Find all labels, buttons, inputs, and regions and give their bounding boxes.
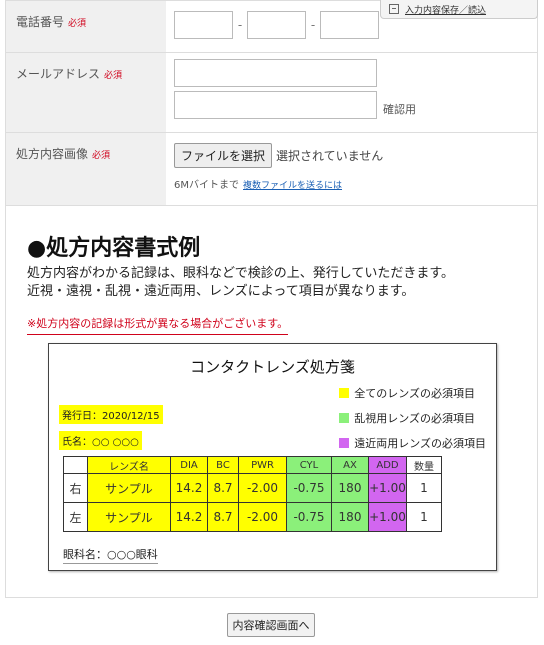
legend: 全てのレンズの必須項目 乱視用レンズの必須項目 遠近両用レンズの必須項目 (339, 380, 486, 455)
header-cell: PWR (238, 456, 287, 474)
eye-cell: 左 (63, 502, 88, 532)
phone-separator: - (237, 18, 243, 32)
required-badge: 必須 (68, 19, 87, 29)
section-description: 処方内容がわかる記録は、眼科などで検診の上、発行していただきます。 近視・遠視・… (27, 266, 455, 299)
save-load-label: 入力内容保存／読込 (405, 5, 487, 16)
cell: 8.7 (207, 502, 239, 532)
phone-separator: - (310, 18, 316, 32)
header-cell (63, 456, 88, 474)
cell: -2.00 (238, 473, 287, 503)
eye-cell: 右 (63, 473, 88, 503)
legend-item: 乱視用レンズの必須項目 (339, 405, 486, 430)
header-cell: CYL (286, 456, 332, 474)
cell: -2.00 (238, 502, 287, 532)
image-label: 処方内容画像 必須 (6, 133, 166, 205)
save-icon (389, 4, 399, 14)
cell: 180 (331, 473, 369, 503)
prescription-example-section: ●処方内容書式例 処方内容がわかる記録は、眼科などで検診の上、発行していただきま… (5, 205, 538, 598)
patient-name: 氏名：○○ ○○○ (59, 431, 142, 450)
save-load-tab[interactable]: 入力内容保存／読込 (380, 0, 538, 19)
legend-swatch-purple (339, 437, 350, 448)
cell: 180 (331, 502, 369, 532)
format-note: ※処方内容の記録は形式が異なる場合がございます。 (27, 315, 289, 335)
table-row: 右 サンプル 14.2 8.7 -2.00 -0.75 180 +1.00 1 (63, 473, 442, 503)
issue-date: 発行日：2020/12/15 (59, 405, 163, 424)
header-cell: 数量 (406, 456, 442, 474)
cell: -0.75 (286, 473, 332, 503)
prescription-title: コンタクトレンズ処方箋 (190, 358, 355, 376)
legend-swatch-green (339, 412, 350, 423)
image-row: 処方内容画像 必須 ファイルを選択 選択されていません 6Mバイトまで 複数ファイルを… (6, 132, 537, 205)
table-header-row: レンズ名 DIA BC PWR CYL AX ADD 数量 (63, 456, 442, 474)
phone-part1-input[interactable] (174, 11, 233, 39)
legend-item: 全てのレンズの必須項目 (339, 380, 486, 405)
header-cell: レンズ名 (87, 456, 171, 474)
email-row: メールアドレス 必須 確認用 (6, 52, 537, 132)
email-confirm-label: 確認用 (383, 103, 416, 116)
email-confirm-input[interactable] (174, 91, 377, 119)
header-cell: BC (207, 456, 239, 474)
legend-item: 遠近両用レンズの必須項目 (339, 430, 486, 455)
confirm-page-button[interactable]: 内容確認画面へ (227, 613, 315, 637)
cell: -0.75 (286, 502, 332, 532)
cell: 1 (406, 473, 442, 503)
file-select-button[interactable]: ファイルを選択 (174, 143, 273, 168)
multi-file-link[interactable]: 複数ファイルを送るには (243, 181, 342, 191)
required-badge: 必須 (104, 71, 123, 81)
table-row: 左 サンプル 14.2 8.7 -2.00 -0.75 180 +1.00 1 (63, 502, 442, 532)
phone-part3-input[interactable] (320, 11, 379, 39)
header-cell: DIA (170, 456, 208, 474)
cell: +1.00 (368, 502, 407, 532)
file-size-note: 6Mバイトまで 複数ファイルを送るには (174, 180, 343, 191)
contact-form: 電話番号 必須 - - メールアドレス 必須 確認用 処方内容画像 必須 ファイルを選択… (5, 0, 538, 206)
email-label: メールアドレス 必須 (6, 53, 166, 132)
cell: 14.2 (170, 502, 208, 532)
clinic-name: 眼科名：○○○眼科 (63, 546, 158, 564)
email-input[interactable] (174, 59, 377, 87)
phone-label: 電話番号 必須 (6, 1, 166, 52)
legend-swatch-yellow (339, 387, 350, 398)
prescription-sample: コンタクトレンズ処方箋 全てのレンズの必須項目 乱視用レンズの必須項目 遠近両用… (48, 343, 497, 571)
required-badge: 必須 (92, 151, 111, 161)
cell: サンプル (87, 473, 171, 503)
prescription-table: レンズ名 DIA BC PWR CYL AX ADD 数量 右 サンプル 14.… (63, 456, 442, 532)
cell: 14.2 (170, 473, 208, 503)
cell: 8.7 (207, 473, 239, 503)
cell: サンプル (87, 502, 171, 532)
section-title: ●処方内容書式例 (27, 236, 201, 261)
header-cell: AX (331, 456, 369, 474)
header-cell: ADD (368, 456, 407, 474)
phone-part2-input[interactable] (247, 11, 306, 39)
file-status: 選択されていません (276, 149, 384, 163)
cell: 1 (406, 502, 442, 532)
cell: +1.00 (368, 473, 407, 503)
